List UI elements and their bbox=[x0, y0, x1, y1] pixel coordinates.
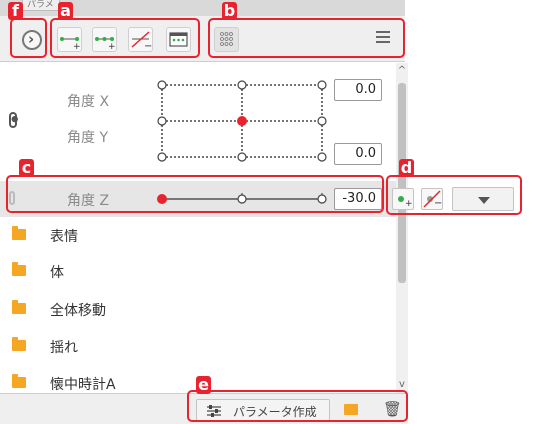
highlight-label-c: c bbox=[19, 159, 34, 177]
highlight-label-f: f bbox=[8, 2, 23, 20]
angle-xy-grid[interactable] bbox=[152, 77, 332, 167]
grid-key-point bbox=[317, 116, 327, 126]
grid-key-point bbox=[317, 152, 327, 162]
list-item[interactable]: 全体移動 bbox=[0, 291, 396, 327]
highlight-a bbox=[50, 18, 200, 58]
grid-key-point bbox=[237, 80, 247, 90]
grid-key-point bbox=[157, 152, 167, 162]
grid-key-point bbox=[237, 152, 247, 162]
grid-key-point bbox=[317, 80, 327, 90]
highlight-label-e: e bbox=[196, 376, 211, 394]
folder-icon bbox=[12, 226, 26, 240]
highlight-label-a: a bbox=[58, 2, 73, 20]
param-label-angle-x: 角度 X bbox=[67, 94, 110, 110]
highlight-f bbox=[10, 18, 47, 58]
folder-icon bbox=[12, 337, 26, 351]
parameter-panel: • 角度 X 角度 Y 0.0 0.0 角度 Z -30.0 表情 体 全体移動… bbox=[0, 63, 396, 393]
current-position-point bbox=[237, 116, 247, 126]
scroll-up-icon[interactable]: ^ bbox=[396, 65, 408, 77]
highlight-b bbox=[208, 18, 405, 58]
highlight-label-d: d bbox=[399, 158, 414, 177]
folder-icon bbox=[12, 262, 26, 276]
angle-y-value-input[interactable]: 0.0 bbox=[334, 143, 382, 165]
highlight-c bbox=[6, 175, 384, 213]
param-label-angle-y: 角度 Y bbox=[67, 130, 109, 146]
folder-icon bbox=[12, 374, 26, 388]
list-item[interactable]: 表情 bbox=[0, 217, 396, 253]
list-item-label: 全体移動 bbox=[50, 303, 106, 319]
highlight-e bbox=[187, 390, 408, 422]
panel-tab[interactable]: パラメ bbox=[22, 0, 60, 11]
folder-icon bbox=[12, 300, 26, 314]
grid-key-point bbox=[157, 116, 167, 126]
list-item-label: 揺れ bbox=[50, 340, 78, 356]
list-item-label: 体 bbox=[50, 265, 64, 281]
highlight-label-b: b bbox=[222, 1, 237, 20]
list-item[interactable]: 揺れ bbox=[0, 328, 396, 364]
highlight-d bbox=[386, 175, 522, 215]
link-chain-icon[interactable] bbox=[9, 112, 17, 128]
list-item-label: 表情 bbox=[50, 229, 78, 245]
grid-key-point bbox=[157, 80, 167, 90]
list-item-label: 懐中時計A bbox=[50, 377, 116, 393]
angle-x-value-input[interactable]: 0.0 bbox=[334, 79, 382, 101]
list-item[interactable]: 体 bbox=[0, 253, 396, 289]
vertical-scrollbar[interactable]: ^ v bbox=[396, 63, 408, 393]
